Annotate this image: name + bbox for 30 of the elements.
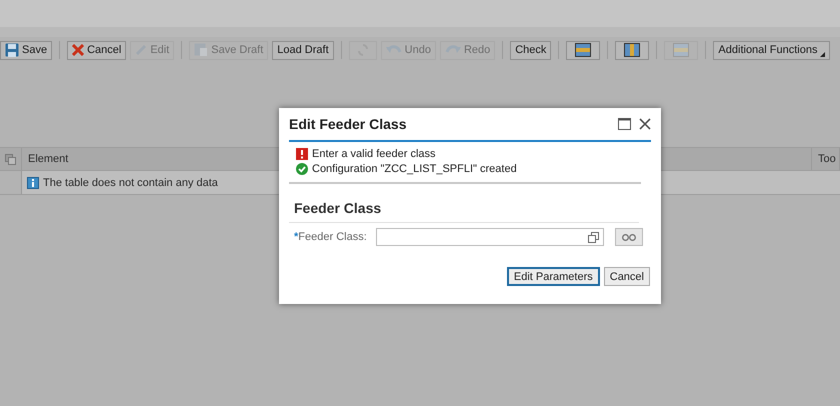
maximize-icon[interactable] [618, 118, 631, 130]
toolbar-button[interactable]: Load Draft [272, 40, 334, 60]
close-icon[interactable] [639, 118, 651, 130]
check-circle-icon [296, 163, 308, 175]
select-all-icon[interactable] [5, 154, 16, 164]
rows-layout-icon [575, 43, 592, 57]
toolbar-button[interactable]: Cancel [67, 40, 126, 60]
menu-button[interactable]: Additional Functions [713, 40, 830, 60]
empty-table-message: The table does not contain any data [43, 176, 218, 188]
toolbar-icon-button[interactable] [566, 40, 600, 60]
copy-icon[interactable] [588, 232, 599, 242]
glasses-icon [622, 233, 636, 241]
error-icon [296, 148, 308, 160]
info-icon [27, 176, 39, 188]
input-field[interactable] [376, 228, 604, 246]
caret-icon [820, 52, 826, 56]
search-help-button[interactable] [615, 228, 643, 246]
cross-icon [72, 44, 84, 56]
column-header: Too [812, 148, 840, 170]
dialog-button[interactable]: Edit Parameters [506, 267, 600, 286]
toolbar-icon-button[interactable] [615, 40, 650, 60]
dialog-button[interactable]: Cancel [604, 267, 650, 286]
field-label: *Feeder Class: [294, 231, 368, 243]
dialog-title: Edit Feeder Class [289, 116, 406, 132]
message-text: Enter a valid feeder class [312, 148, 436, 160]
toolbar-button[interactable]: Check [510, 40, 552, 60]
rows-layout-icon [673, 43, 690, 57]
columns-layout-icon [624, 43, 640, 57]
toolbar-button[interactable]: Save [0, 40, 52, 60]
section-title: Feeder Class [289, 184, 639, 223]
